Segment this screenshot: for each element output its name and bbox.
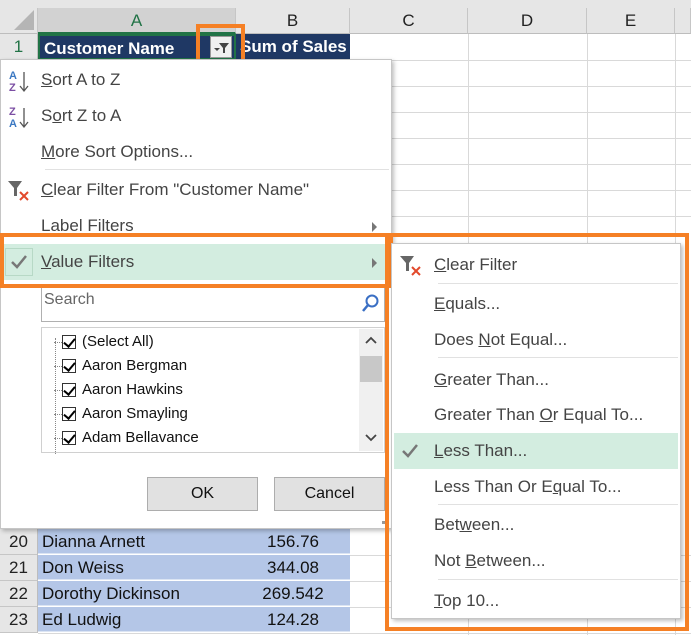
highlight-box-value-filters-submenu [385,233,689,631]
cell-b1-sum-of-sales[interactable]: Sum of Sales [236,34,350,60]
row-header-23[interactable]: 23 [0,607,38,633]
menu-item-label: Clear Filter From "Customer Name" [41,180,310,199]
checkbox-checked-icon[interactable] [62,431,76,446]
column-header-f[interactable] [675,8,691,34]
svg-text:Z: Z [9,82,16,94]
list-item[interactable]: Aaron Smayling [54,402,188,426]
column-header-d[interactable]: D [468,8,587,34]
scrollbar-thumb[interactable] [360,356,382,382]
menu-item-sort-a-to-z[interactable]: AZ Sort A to Z [1,62,391,98]
search-input[interactable]: Search [41,284,385,322]
list-scrollbar[interactable] [359,329,383,451]
cell-sales[interactable]: 269.542 [236,581,350,606]
svg-text:Z: Z [9,106,16,118]
ok-button[interactable]: OK [147,477,258,511]
menu-item-label: More Sort Options... [41,142,194,161]
cell-sales[interactable]: 344.08 [236,555,350,580]
svg-text:A: A [9,70,17,82]
scroll-down-icon[interactable] [364,433,378,443]
cell-name[interactable]: Dianna Arnett [38,529,236,554]
list-item[interactable]: Aaron Bergman [53,354,187,378]
svg-text:A: A [9,118,17,130]
cell-sales[interactable]: 124.28 [236,607,350,632]
customer-name-header: Customer Name [44,39,175,58]
column-header-e[interactable]: E [587,8,675,34]
cancel-button[interactable]: Cancel [274,477,385,511]
highlight-box-value-filters [0,233,393,288]
cell-name[interactable]: Ed Ludwig [38,607,236,632]
checkbox-checked-icon[interactable] [62,359,76,374]
row-header-22[interactable]: 22 [0,581,38,607]
search-placeholder: Search [44,291,95,308]
scroll-up-icon[interactable] [364,335,378,345]
list-item[interactable]: Adam Bellavance [54,426,199,450]
menu-item-label: Sort Z to A [41,106,122,125]
column-header-c[interactable]: C [350,8,468,34]
row-header-20[interactable]: 20 [0,529,38,555]
toolbar-strip [0,0,691,8]
row-header-1[interactable]: 1 [0,34,38,60]
select-all-corner[interactable] [0,8,38,34]
submenu-arrow-icon [372,222,377,232]
menu-item-label: Sort A to Z [41,70,121,89]
value-checklist: (Select All) Aaron Bergman Aaron Hawkins… [41,327,385,454]
list-item-select-all[interactable]: (Select All) [54,330,154,354]
row-header-21[interactable]: 21 [0,555,38,581]
checkbox-checked-icon[interactable] [62,383,76,398]
menu-item-more-sort-options[interactable]: More Sort Options... [1,134,391,170]
menu-item-clear-filter[interactable]: Clear Filter From "Customer Name" [1,172,391,208]
column-header-b[interactable]: B [236,8,350,34]
menu-separator [45,169,389,170]
list-item[interactable]: Aaron Hawkins [54,378,183,402]
checkbox-checked-icon[interactable] [62,335,76,350]
cell-sales[interactable]: 156.76 [236,529,350,554]
menu-item-sort-z-to-a[interactable]: ZA Sort Z to A [1,98,391,134]
sort-a-z-icon: AZ [9,70,29,94]
autofilter-menu: AZ Sort A to Z ZA Sort Z to A More Sort … [0,59,392,529]
clear-filter-icon [8,181,29,201]
cell-name[interactable]: Dorothy Dickinson [38,581,236,606]
cell-name[interactable]: Don Weiss [38,555,236,580]
sort-z-a-icon: ZA [9,106,29,130]
search-icon [362,294,379,312]
checkbox-checked-icon[interactable] [62,407,76,422]
